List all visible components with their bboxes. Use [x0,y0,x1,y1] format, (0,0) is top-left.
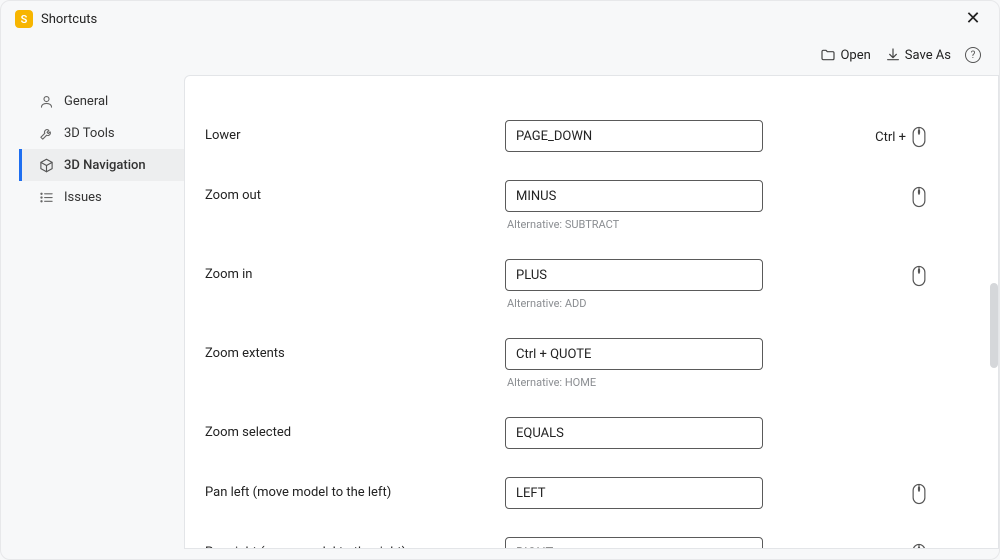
sidebar-item-label: 3D Navigation [64,158,146,173]
sidebar-item-label: Issues [64,190,102,205]
shortcut-input[interactable] [505,120,763,152]
shortcut-extra [763,180,958,208]
sidebar-item-3d-tools[interactable]: 3D Tools [19,117,184,149]
toolbar: Open Save As ? [1,37,999,75]
content-panel: Lower Ctrl + Zoom out Alternative: SUBTRACT… [184,75,999,549]
shortcut-alternative: Alternative: SUBTRACT [505,218,763,231]
shortcut-label: Zoom out [205,180,505,203]
mouse-icon[interactable] [910,126,928,148]
shortcut-input-wrap [505,417,763,449]
shortcut-label: Zoom in [205,259,505,282]
help-icon[interactable]: ? [965,47,981,63]
mouse-icon[interactable] [910,543,928,548]
shortcut-extra [763,537,958,548]
shortcut-input-wrap: Alternative: SUBTRACT [505,180,763,231]
sidebar-item-label: 3D Tools [64,126,115,141]
app-icon: S [15,10,33,28]
shortcut-input-wrap [505,537,763,548]
shortcut-input[interactable] [505,180,763,212]
mouse-icon[interactable] [910,265,928,287]
shortcut-list[interactable]: Lower Ctrl + Zoom out Alternative: SUBTRACT… [185,76,998,548]
folder-icon [820,47,836,63]
shortcut-row: Zoom out Alternative: SUBTRACT [205,166,958,245]
shortcut-input[interactable] [505,417,763,449]
shortcut-row: Zoom extents Alternative: HOME [205,324,958,403]
shortcut-input[interactable] [505,338,763,370]
shortcut-label: Pan left (move model to the left) [205,477,505,500]
open-label: Open [840,48,870,63]
shortcut-alternative: Alternative: ADD [505,297,763,310]
shortcut-extra: Ctrl + [763,120,958,148]
close-button[interactable]: ✕ [961,10,985,28]
shortcut-input-wrap: Alternative: HOME [505,338,763,389]
user-icon [38,93,54,109]
wrench-icon [38,125,54,141]
shortcut-input[interactable] [505,477,763,509]
sidebar-item-general[interactable]: General [19,85,184,117]
shortcut-extra [763,259,958,287]
saveas-label: Save As [905,48,951,63]
mouse-icon[interactable] [910,186,928,208]
shortcut-label: Lower [205,120,505,143]
titlebar: S Shortcuts ✕ [1,1,999,37]
shortcut-label: Pan right (move model to the right) [205,537,505,548]
list-icon [38,189,54,205]
shortcut-row: Pan right (move model to the right) [205,523,958,548]
open-button[interactable]: Open [820,47,870,63]
shortcut-row: Lower Ctrl + [205,106,958,166]
main: General 3D Tools 3D Navigation Issues Lo… [1,75,999,549]
window-title: Shortcuts [41,12,97,27]
sidebar-item-label: General [64,94,108,109]
shortcut-label: Zoom selected [205,417,505,440]
titlebar-left: S Shortcuts [15,10,97,28]
shortcut-alternative: Alternative: HOME [505,376,763,389]
shortcut-input[interactable] [505,537,763,548]
scrollbar-thumb[interactable] [990,283,998,368]
shortcut-row: Pan left (move model to the left) [205,463,958,523]
shortcut-extra [763,417,958,423]
sidebar: General 3D Tools 3D Navigation Issues [19,75,184,549]
cube-icon [38,157,54,173]
shortcut-input-wrap [505,120,763,152]
shortcut-row: Zoom selected [205,403,958,463]
shortcut-modifier: Ctrl + [875,130,906,145]
shortcut-label: Zoom extents [205,338,505,361]
sidebar-item-issues[interactable]: Issues [19,181,184,213]
sidebar-item-3d-navigation[interactable]: 3D Navigation [19,149,184,181]
shortcut-input[interactable] [505,259,763,291]
shortcut-row: Zoom in Alternative: ADD [205,245,958,324]
saveas-button[interactable]: Save As [885,47,951,63]
shortcut-input-wrap [505,477,763,509]
download-icon [885,47,901,63]
shortcut-extra [763,477,958,505]
mouse-icon[interactable] [910,483,928,505]
shortcut-extra [763,338,958,344]
shortcut-input-wrap: Alternative: ADD [505,259,763,310]
